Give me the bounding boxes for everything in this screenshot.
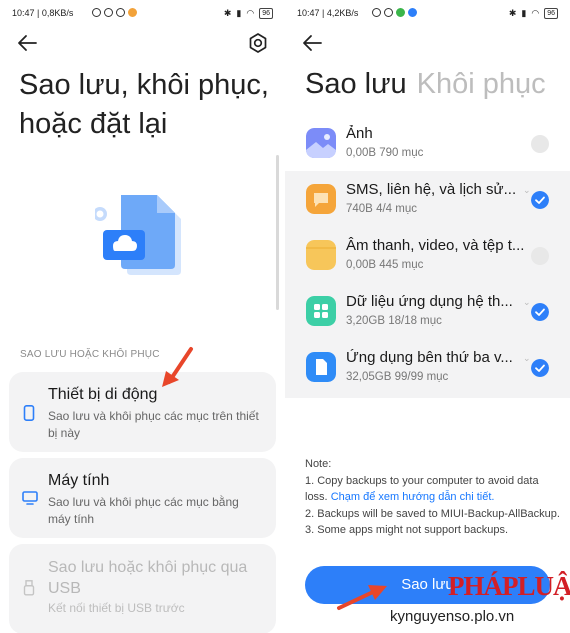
signal-icon: ▮ [236,8,242,18]
message-icon [306,184,336,214]
backup-note: Note: 1. Copy backups to your computer t… [305,456,560,539]
option-mobile-device[interactable]: Thiết bị di động Sao lưu và khôi phục cá… [9,372,276,452]
tab-bar: Sao lưu Khôi phục [305,68,556,101]
battery-icon: 96 [544,8,558,19]
item-meta: 32,05GB 99/99 mục [346,371,448,383]
right-screen: 10:47 | 4,2KB/s ✱ ▮ ◠ 96 Sao lưu Khôi phụ… [285,0,570,633]
annotation-arrow [162,347,193,387]
backup-item-third-party-apps[interactable]: Ứng dụng bên thứ ba v... 32,05GB 99/99 m… [285,341,570,397]
item-size: 32,05GB [346,371,392,383]
item-title: SMS, liên hệ, và lịch sử... [346,181,517,198]
item-checkbox[interactable] [531,135,549,153]
item-count: 445 mục [379,259,424,271]
back-arrow-icon[interactable] [16,32,40,54]
backup-item-photos[interactable]: Ảnh 0,00B 790 mục [285,117,570,173]
item-count: 18/18 mục [388,315,442,327]
item-meta: 0,00B 790 mục [346,147,423,159]
folder-icon [306,240,336,270]
option-computer[interactable]: Máy tính Sao lưu và khôi phục các mục bằ… [9,458,276,538]
section-header: SAO LƯU HOẶC KHÔI PHỤC [20,349,160,360]
item-count: 99/99 mục [394,371,449,383]
backup-item-media[interactable]: Âm thanh, video, và tệp t... 0,00B 445 m… [285,229,570,285]
messenger-icon [116,8,125,17]
item-count: 4/4 mục [376,203,417,215]
nfc-icon [384,8,393,17]
left-screen: 10:47 | 0,8KB/s ✱ ▮ ◠ 96 Sao lưu, khôi p… [0,0,285,633]
item-checkbox-checked[interactable] [531,191,549,209]
item-title: Dữ liệu ứng dụng hệ th... [346,293,513,310]
notification-icons [92,8,137,17]
note-line-3: 3. Some apps might not support backups. [305,524,509,537]
wifi-icon: ◠ [246,8,255,18]
battery-icon: 96 [259,8,273,19]
back-arrow-icon[interactable] [301,32,325,54]
messenger-icon [408,8,417,17]
tab-backup[interactable]: Sao lưu [305,68,407,101]
system-icons: ✱ ▮ ◠ 96 [509,8,558,19]
item-size: 740B [346,203,373,215]
expand-chevron-icon[interactable]: ⌄ [523,185,531,196]
usb-icon [23,580,35,596]
settings-gear-icon[interactable] [247,32,269,54]
item-meta: 3,20GB 18/18 mục [346,315,442,327]
item-title: Ứng dụng bên thứ ba v... [346,349,513,366]
item-size: 3,20GB [346,315,385,327]
item-checkbox-checked[interactable] [531,303,549,321]
scrollbar[interactable] [276,155,279,310]
status-time: 10:47 | 0,8KB/s [12,8,74,18]
app-notification-icon [396,8,405,17]
alarm-icon [372,8,381,17]
guide-link[interactable]: Chạm để xem hướng dẫn chi tiết. [331,491,495,503]
item-checkbox[interactable] [531,247,549,265]
page-title: Sao lưu, khôi phục, hoặc đặt lại [19,69,269,140]
watermark-site: kynguyenso.plo.vn [390,608,515,625]
option-description: Sao lưu và khôi phục các mục trên thiết … [48,409,259,440]
bluetooth-icon: ✱ [508,8,517,18]
note-line-1: 1. Copy backups to your computer to avoi… [305,473,560,506]
app-notification-icon [128,8,137,17]
backup-item-sms-contacts[interactable]: SMS, liên hệ, và lịch sử... 740B 4/4 mục… [285,173,570,229]
watermark-logo: PHÁPLUẬT [448,571,570,601]
expand-chevron-icon[interactable]: ⌄ [523,353,531,364]
item-title: Âm thanh, video, và tệp t... [346,237,525,254]
item-checkbox-checked[interactable] [531,359,549,377]
item-title: Ảnh [346,125,373,142]
status-bar: 10:47 | 0,8KB/s ✱ ▮ ◠ 96 [0,6,285,20]
bluetooth-icon: ✱ [223,8,232,18]
option-description: Kết nối thiết bị USB trước [48,601,185,615]
option-title: Máy tính [48,472,110,489]
expand-chevron-icon[interactable]: ⌄ [523,297,531,308]
item-size: 0,00B [346,147,377,159]
note-heading: Note: [305,458,332,470]
status-bar: 10:47 | 4,2KB/s ✱ ▮ ◠ 96 [285,6,570,20]
apps-icon [306,296,336,326]
alarm-icon [104,8,113,17]
option-title: Sao lưu hoặc khôi phục qua USB [48,559,248,597]
item-meta: 0,00B 445 mục [346,259,423,271]
phone-icon [23,405,35,421]
item-meta: 740B 4/4 mục [346,203,417,215]
system-icons: ✱ ▮ ◠ 96 [224,8,273,19]
note-line-2: 2. Backups will be saved to MIUI-Backup-… [305,507,560,520]
wifi-icon: ◠ [531,8,540,18]
file-icon [306,352,336,382]
signal-icon: ▮ [521,8,527,18]
item-count: 790 mục [379,147,424,159]
nfc-icon [92,8,101,17]
photos-icon [306,128,336,158]
monitor-icon [22,491,38,505]
notification-icons [372,8,417,17]
backup-item-system-app-data[interactable]: Dữ liệu ứng dụng hệ th... 3,20GB 18/18 m… [285,285,570,341]
option-title: Thiết bị di động [48,386,158,403]
option-description: Sao lưu và khôi phục các mục bằng máy tí… [48,495,239,526]
item-size: 0,00B [346,259,377,271]
option-usb: Sao lưu hoặc khôi phục qua USB Kết nối t… [9,544,276,633]
status-time: 10:47 | 4,2KB/s [297,8,359,18]
backup-illustration [95,195,181,275]
tab-restore[interactable]: Khôi phục [417,68,546,101]
annotation-arrow [337,585,387,610]
